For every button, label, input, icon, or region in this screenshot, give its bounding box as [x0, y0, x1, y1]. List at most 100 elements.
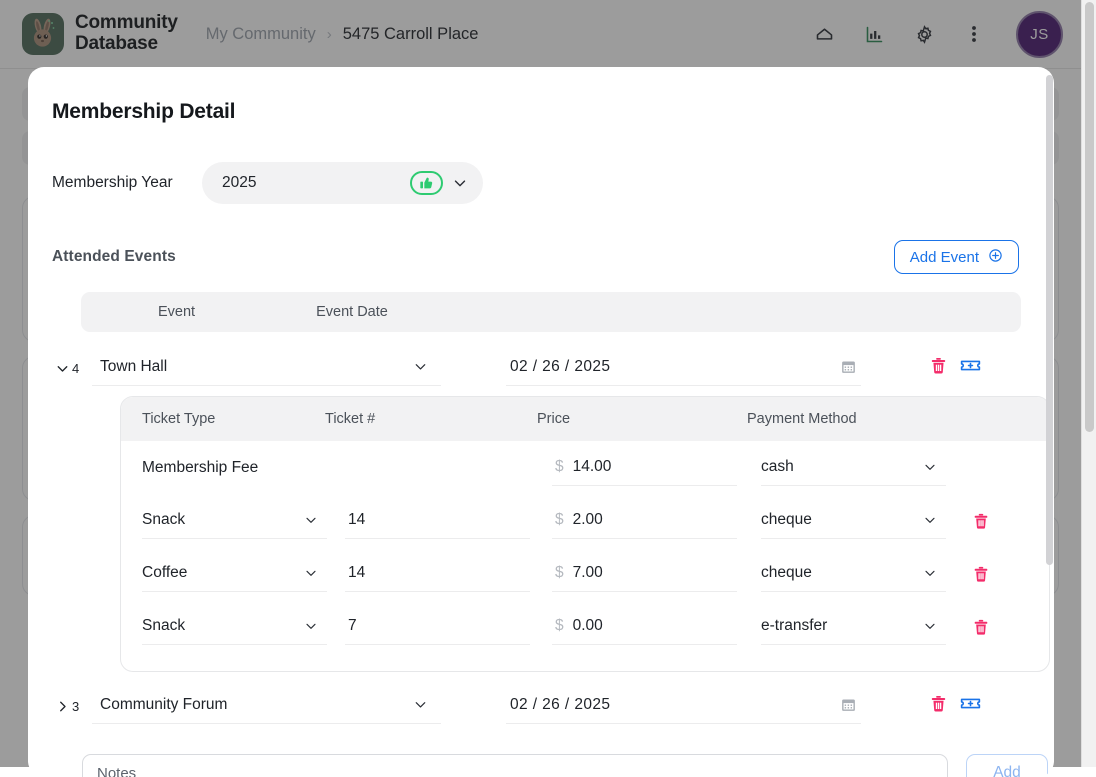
ticket-number-text: 14 — [348, 564, 366, 581]
ticket-price-input[interactable]: $ 2.00 — [552, 503, 737, 539]
event-date-value: 02 / 26 / 2025 — [510, 357, 611, 375]
payment-method-text: e-transfer — [761, 617, 828, 634]
ticket-price-text: 14.00 — [572, 458, 612, 475]
column-header-event: Event — [158, 304, 196, 320]
ticket-number-text: 14 — [348, 511, 366, 528]
delete-ticket-button[interactable] — [972, 618, 1012, 636]
payment-method-text: cash — [761, 458, 794, 475]
event-name-value: Community Forum — [100, 695, 228, 713]
chevron-down-icon — [922, 512, 938, 528]
column-header-ticket-number: Ticket # — [325, 411, 376, 427]
ticket-price-text: 0.00 — [572, 617, 603, 634]
chevron-down-icon — [922, 618, 938, 634]
currency-symbol: $ — [555, 564, 564, 581]
trash-icon[interactable] — [929, 694, 948, 713]
ticket-type-text: Membership Fee — [142, 458, 259, 476]
event-name-select[interactable]: Community Forum — [92, 686, 441, 724]
payment-method-select[interactable]: cheque — [761, 556, 946, 592]
membership-year-label: Membership Year — [52, 174, 173, 191]
chevron-down-icon — [303, 512, 319, 528]
ticket-number-input[interactable]: 14 — [345, 503, 530, 539]
ticket-type-value: Membership Fee — [142, 450, 327, 486]
chevron-down-icon — [412, 696, 429, 713]
tickets-panel: Ticket Type Ticket # Price Payment Metho… — [120, 396, 1050, 672]
payment-method-select[interactable]: cash — [761, 450, 946, 486]
modal-scrollbar[interactable] — [1045, 67, 1054, 777]
ticket-number-text: 7 — [348, 617, 357, 634]
section-title: Attended Events — [52, 248, 176, 265]
plus-circle-icon — [988, 248, 1003, 267]
events-table-header: Event Event Date — [81, 292, 1021, 332]
add-event-button[interactable]: Add Event — [893, 240, 1019, 274]
chevron-down-icon — [412, 358, 429, 375]
event-date-input[interactable]: 02 / 26 / 2025 — [506, 348, 861, 386]
add-note-button[interactable]: Add — [966, 754, 1048, 777]
ticket-type-select[interactable]: Snack — [142, 609, 327, 645]
ticket-count-badge: 4 — [72, 361, 80, 376]
ticket-price-input[interactable]: $ 7.00 — [552, 556, 737, 592]
trash-icon[interactable] — [929, 356, 948, 375]
ticket-row: Snack 7 $ 0.00 e-transfer — [121, 600, 1049, 653]
membership-year-value: 2025 — [222, 174, 257, 191]
thumbs-up-icon — [410, 171, 443, 195]
ticket-number-input[interactable]: 7 — [345, 609, 530, 645]
chevron-down-icon — [303, 618, 319, 634]
chevron-down-icon — [922, 565, 938, 581]
delete-ticket-button[interactable] — [972, 565, 1012, 583]
event-actions — [929, 686, 981, 713]
ticket-type-select[interactable]: Snack — [142, 503, 327, 539]
payment-method-select[interactable]: cheque — [761, 503, 946, 539]
ticket-type-select[interactable]: Coffee — [142, 556, 327, 592]
chevron-down-icon[interactable] — [451, 174, 469, 192]
page-scrollbar-thumb[interactable] — [1085, 2, 1094, 432]
calendar-icon[interactable] — [840, 358, 857, 375]
membership-year-row: Membership Year 2025 — [52, 162, 1022, 204]
currency-symbol: $ — [555, 458, 564, 475]
payment-method-text: cheque — [761, 511, 812, 528]
add-event-label: Add Event — [909, 248, 979, 266]
ticket-plus-icon[interactable] — [960, 695, 981, 712]
event-row: 4 Town Hall 02 / 26 / 2025 — [52, 348, 1022, 386]
event-name-select[interactable]: Town Hall — [92, 348, 441, 386]
ticket-count-badge: 3 — [72, 699, 80, 714]
currency-symbol: $ — [555, 511, 564, 528]
payment-method-text: cheque — [761, 564, 812, 581]
event-date-value: 02 / 26 / 2025 — [510, 695, 611, 713]
column-header-price: Price — [537, 411, 571, 427]
event-date-input[interactable]: 02 / 26 / 2025 — [506, 686, 861, 724]
event-name-value: Town Hall — [100, 357, 168, 375]
column-header-ticket-type: Ticket Type — [142, 411, 216, 427]
ticket-row: Snack 14 $ 2.00 cheque — [121, 494, 1049, 547]
ticket-number-input[interactable]: 14 — [345, 556, 530, 592]
chevron-down-icon — [303, 565, 319, 581]
notes-row: Add — [82, 754, 1048, 777]
event-actions — [929, 348, 981, 375]
chevron-down-icon — [922, 459, 938, 475]
membership-detail-modal: Membership Detail Membership Year 2025 A… — [28, 67, 1054, 777]
ticket-price-text: 2.00 — [572, 511, 603, 528]
ticket-plus-icon[interactable] — [960, 357, 981, 374]
expand-toggle[interactable]: 3 — [54, 686, 92, 715]
ticket-row: Coffee 14 $ 7.00 cheque — [121, 547, 1049, 600]
ticket-price-input[interactable]: $ 14.00 — [552, 450, 737, 486]
ticket-price-text: 7.00 — [572, 564, 603, 581]
expand-toggle[interactable]: 4 — [54, 348, 92, 377]
ticket-price-input[interactable]: $ 0.00 — [552, 609, 737, 645]
modal-content: Membership Detail Membership Year 2025 A… — [28, 67, 1054, 777]
delete-ticket-button[interactable] — [972, 512, 1012, 530]
column-header-payment-method: Payment Method — [747, 411, 857, 427]
event-row: 3 Community Forum 02 / 26 / 2025 — [52, 686, 1022, 724]
tickets-table-header: Ticket Type Ticket # Price Payment Metho… — [121, 397, 1049, 441]
page-scrollbar[interactable] — [1081, 0, 1096, 767]
calendar-icon[interactable] — [840, 696, 857, 713]
ticket-type-text: Snack — [142, 617, 186, 634]
column-header-event-date: Event Date — [316, 304, 388, 320]
membership-year-select[interactable]: 2025 — [202, 162, 483, 204]
ticket-row: Membership Fee $ 14.00 cash — [121, 441, 1049, 494]
payment-method-select[interactable]: e-transfer — [761, 609, 946, 645]
currency-symbol: $ — [555, 617, 564, 634]
close-icon[interactable]: ✕ — [1050, 147, 1054, 169]
ticket-type-text: Coffee — [142, 564, 188, 581]
notes-input[interactable] — [82, 754, 948, 777]
ticket-number-input — [345, 450, 530, 486]
